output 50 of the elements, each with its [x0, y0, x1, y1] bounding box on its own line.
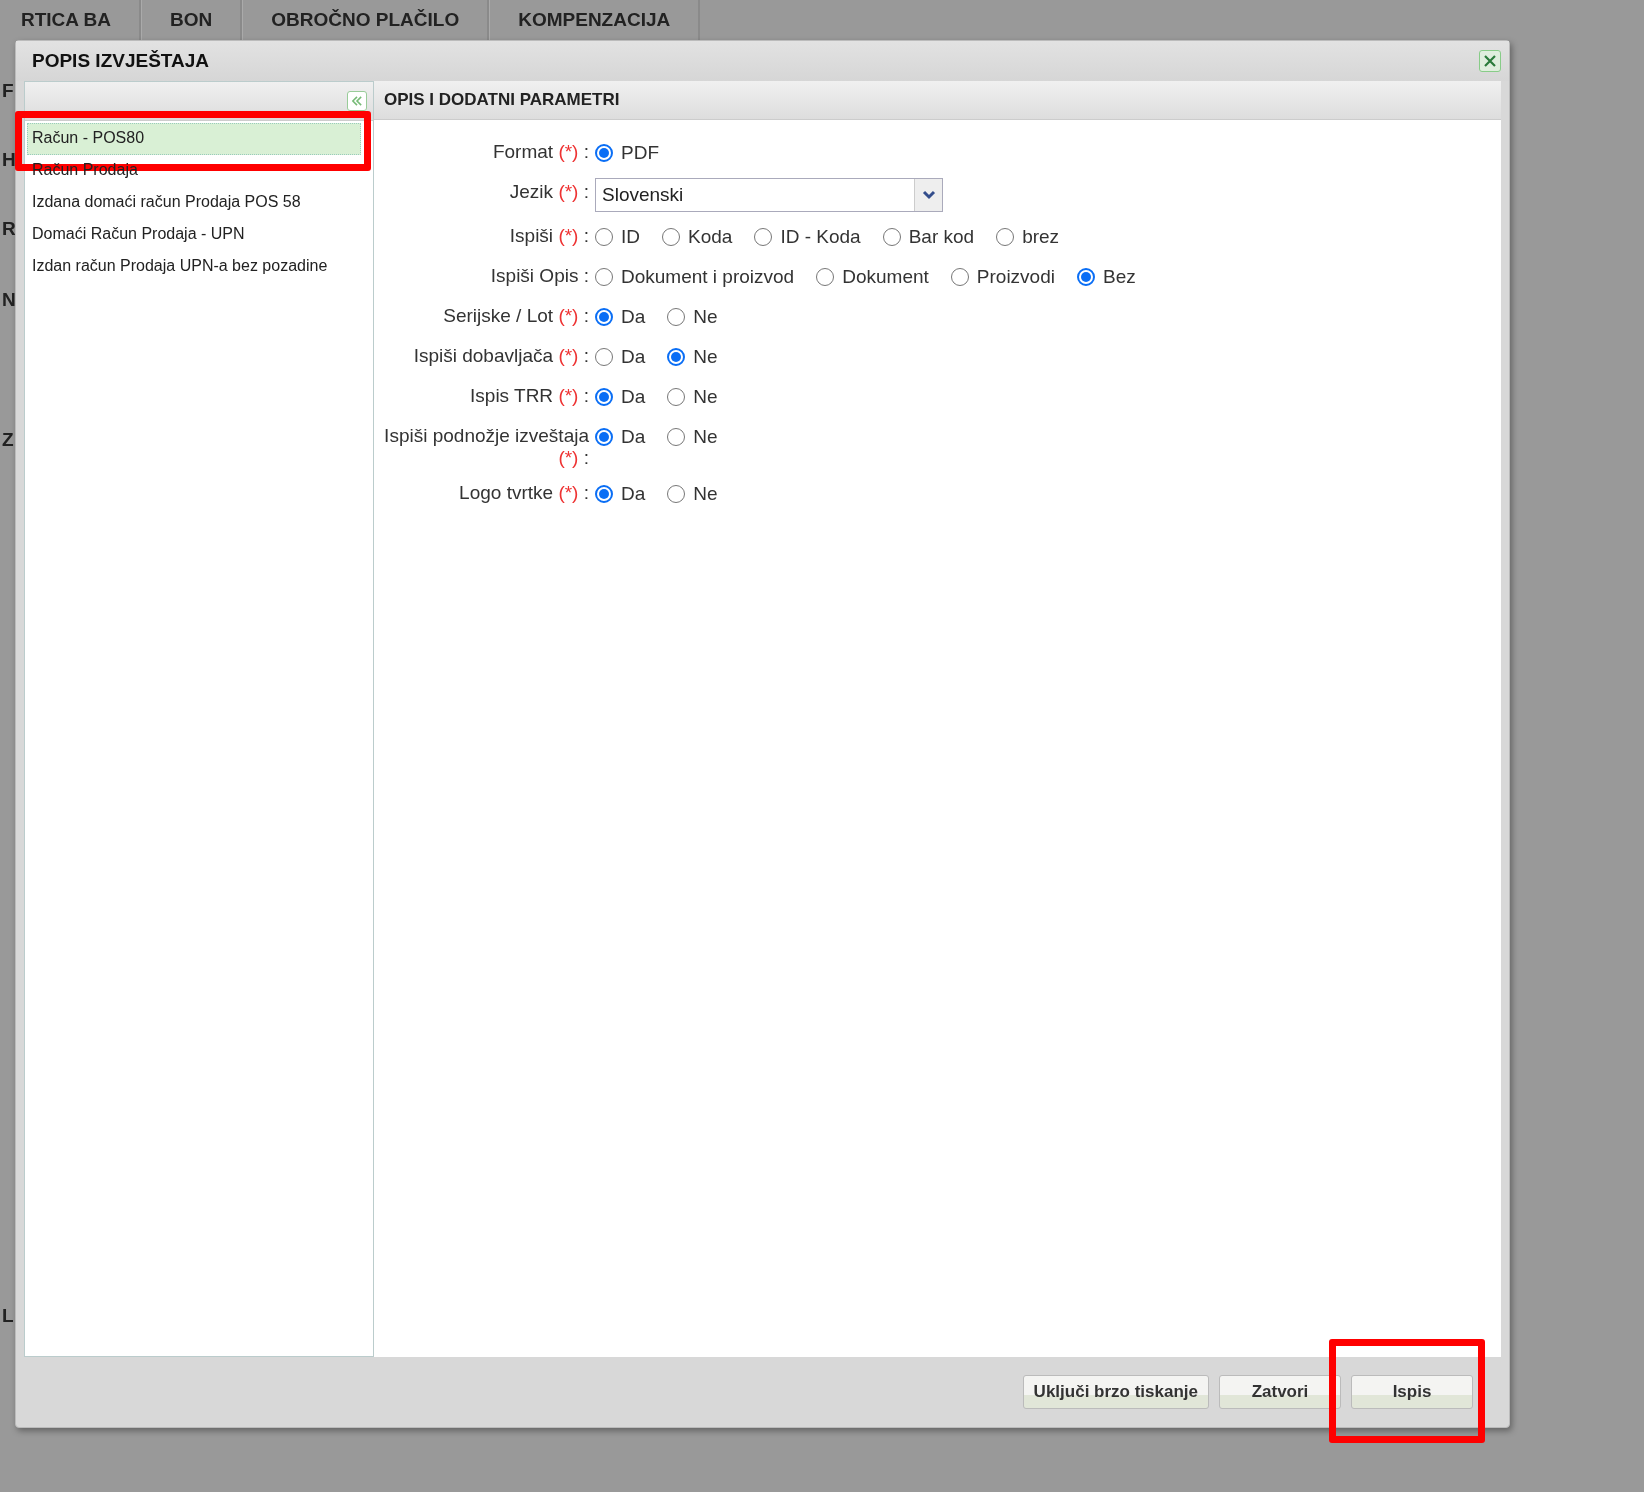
field-label: Ispis TRR (*) :: [469, 384, 590, 407]
language-select[interactable]: Slovenski: [595, 178, 943, 212]
radio-option[interactable]: Ne: [667, 426, 718, 448]
radio-option[interactable]: Da: [595, 426, 646, 448]
radio-option[interactable]: Da: [595, 386, 646, 408]
report-item[interactable]: Domaći Račun Prodaja - UPN: [27, 219, 361, 251]
background-label: R: [2, 218, 16, 240]
radio-option[interactable]: Da: [595, 483, 646, 505]
dialog-title: POPIS IZVJEŠTAJA: [32, 50, 210, 72]
radio-option[interactable]: Da: [595, 346, 646, 368]
radio-option[interactable]: ID: [595, 226, 640, 248]
field-label: Ispiši (*) :: [508, 224, 590, 247]
report-item[interactable]: Račun - POS80: [27, 123, 361, 155]
radio-option[interactable]: Koda: [662, 226, 733, 248]
radio-option[interactable]: PDF: [595, 142, 659, 164]
close-button[interactable]: [1479, 50, 1501, 72]
background-label: F: [2, 80, 14, 102]
report-item[interactable]: Izdana domaći račun Prodaja POS 58: [27, 187, 361, 219]
radio-option[interactable]: brez: [996, 226, 1060, 248]
background-label: Z: [2, 429, 14, 451]
chevron-down-icon: [921, 190, 936, 200]
radio-option[interactable]: Ne: [667, 306, 718, 328]
radio-option[interactable]: Da: [595, 306, 646, 328]
radio-option[interactable]: Ne: [667, 483, 718, 505]
background-label: N: [2, 289, 16, 311]
dialog-button[interactable]: Zatvori: [1219, 1375, 1341, 1409]
field-label: Ispiši podnožje izveštaja (*) :: [383, 424, 590, 469]
radio-option[interactable]: Bar kod: [882, 226, 975, 248]
double-chevron-left-icon: [352, 96, 362, 106]
field-label: Format (*) :: [491, 140, 590, 163]
field-label: Logo tvrtke (*) :: [458, 481, 590, 504]
radio-option[interactable]: Proizvodi: [950, 266, 1055, 288]
panel-title: OPIS I DODATNI PARAMETRI: [374, 81, 1501, 120]
close-icon: [1483, 54, 1497, 68]
background-label: L: [2, 1305, 14, 1327]
radio-option[interactable]: ID - Koda: [754, 226, 861, 248]
report-item[interactable]: Izdan račun Prodaja UPN-a bez pozadine: [27, 251, 361, 283]
field-label: Ispiši dobavljača (*) :: [412, 344, 590, 367]
radio-option[interactable]: Ne: [667, 386, 718, 408]
radio-option[interactable]: Ne: [667, 346, 718, 368]
radio-option[interactable]: Dokument: [816, 266, 929, 288]
dialog-button[interactable]: Ispis: [1351, 1375, 1473, 1409]
collapse-button[interactable]: [347, 91, 367, 111]
radio-option[interactable]: Dokument i proizvod: [595, 266, 795, 288]
field-label: Jezik (*) :: [508, 180, 590, 203]
field-label: Serijske / Lot (*) :: [442, 304, 590, 327]
field-label: Ispiši Opis :: [489, 264, 590, 287]
radio-option[interactable]: Bez: [1076, 266, 1136, 288]
background-label: H: [2, 149, 16, 171]
dialog-button[interactable]: Uključi brzo tiskanje: [1022, 1375, 1209, 1409]
